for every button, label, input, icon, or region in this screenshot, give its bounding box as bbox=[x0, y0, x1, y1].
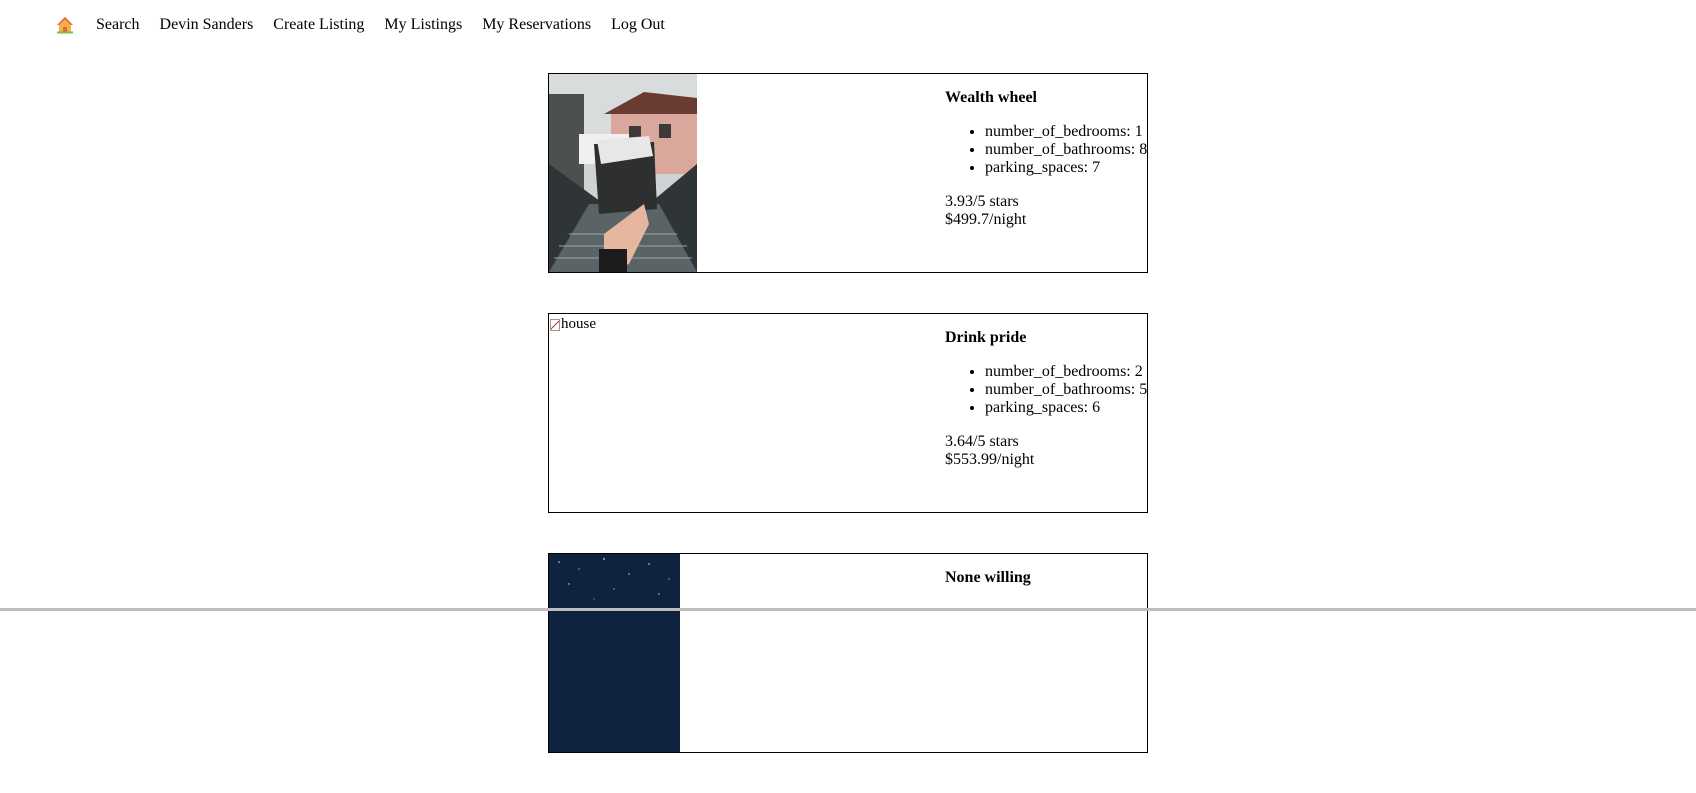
listing-title[interactable]: Drink pride bbox=[945, 329, 1145, 347]
nav-user-link[interactable]: Devin Sanders bbox=[160, 16, 254, 34]
feature-item: number_of_bedrooms: 1 bbox=[985, 123, 1145, 141]
listing-title[interactable]: Wealth wheel bbox=[945, 89, 1145, 107]
listing-price: $553.99/night bbox=[945, 451, 1145, 469]
listings-list: Wealth wheel number_of_bedrooms: 1 numbe… bbox=[548, 73, 1148, 793]
broken-image: house bbox=[550, 316, 596, 333]
listing-card[interactable]: house Drink pride number_of_bedrooms: 2 … bbox=[548, 313, 1148, 513]
feature-item: number_of_bathrooms: 5 bbox=[985, 381, 1145, 399]
listing-features: number_of_bedrooms: 1 number_of_bathroom… bbox=[945, 123, 1145, 177]
nav-create-listing-link[interactable]: Create Listing bbox=[273, 16, 364, 34]
image-alt-text: house bbox=[561, 316, 596, 333]
listing-photo bbox=[549, 554, 680, 752]
listing-info: Drink pride number_of_bedrooms: 2 number… bbox=[945, 329, 1145, 469]
listing-features: number_of_bedrooms: 2 number_of_bathroom… bbox=[945, 363, 1145, 417]
listing-rating: 3.64/5 stars bbox=[945, 433, 1145, 451]
nav-my-reservations-link[interactable]: My Reservations bbox=[482, 16, 591, 34]
listing-card[interactable]: Wealth wheel number_of_bedrooms: 1 numbe… bbox=[548, 73, 1148, 273]
home-icon[interactable] bbox=[56, 16, 74, 34]
nav-search-link[interactable]: Search bbox=[96, 16, 140, 34]
top-navbar: Search Devin Sanders Create Listing My L… bbox=[56, 14, 685, 36]
feature-item: parking_spaces: 7 bbox=[985, 159, 1145, 177]
listing-price: $499.7/night bbox=[945, 211, 1145, 229]
listing-card[interactable]: None willing bbox=[548, 553, 1148, 753]
broken-image-icon bbox=[550, 319, 560, 331]
nav-my-listings-link[interactable]: My Listings bbox=[384, 16, 462, 34]
feature-item: parking_spaces: 6 bbox=[985, 399, 1145, 417]
feature-item: number_of_bathrooms: 8 bbox=[985, 141, 1145, 159]
listing-info: None willing bbox=[945, 569, 1145, 603]
nav-logout-link[interactable]: Log Out bbox=[611, 16, 665, 34]
listing-info: Wealth wheel number_of_bedrooms: 1 numbe… bbox=[945, 89, 1145, 229]
listing-photo bbox=[549, 74, 697, 272]
listing-rating: 3.93/5 stars bbox=[945, 193, 1145, 211]
feature-item: number_of_bedrooms: 2 bbox=[985, 363, 1145, 381]
listing-title[interactable]: None willing bbox=[945, 569, 1145, 587]
